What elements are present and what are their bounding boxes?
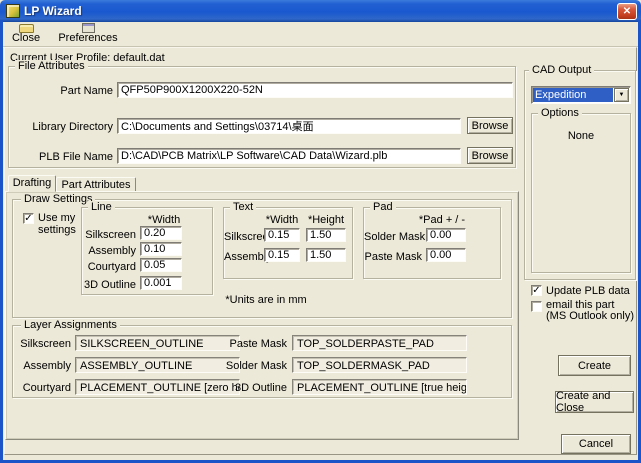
text-height-header: *Height [304, 214, 348, 226]
toolbar-divider [3, 46, 638, 48]
cad-output-group: CAD Output Expedition ▼ Options None [524, 70, 636, 280]
units-note: *Units are in mm [161, 294, 371, 306]
line-assembly-width-input[interactable] [140, 242, 182, 256]
layer-paste-mask-label: Paste Mask [217, 338, 287, 350]
file-attributes-group: File Attributes Part Name Library Direct… [8, 66, 516, 168]
chevron-down-icon[interactable]: ▼ [614, 88, 629, 102]
update-plb-data-checkbox[interactable]: ✓ [531, 285, 542, 296]
pad-group: Pad *Pad + / - Solder Mask Paste Mask [363, 207, 501, 279]
options-title: Options [538, 107, 582, 119]
layer-assembly-label: Assembly [13, 360, 71, 372]
toolbar: Close Preferences [2, 22, 639, 46]
text-group: Text *Width *Height Silkscreen Assembly [223, 207, 353, 279]
part-name-input[interactable] [117, 82, 513, 98]
titlebar: LP Wizard ✕ [0, 0, 641, 22]
text-width-header: *Width [262, 214, 302, 226]
line-assembly-label: Assembly [82, 245, 136, 257]
text-silkscreen-label: Silkscreen [224, 231, 262, 243]
pad-solder-mask-input[interactable] [426, 228, 466, 242]
toolbar-close-button[interactable]: Close [4, 22, 48, 45]
pad-plusminus-header: *Pad + / - [414, 214, 470, 226]
lp-wizard-window: LP Wizard ✕ Close Preferences Current Us… [0, 0, 641, 463]
layer-solder-mask-field: TOP_SOLDERMASK_PAD [292, 357, 467, 373]
text-silkscreen-width-input[interactable] [264, 228, 300, 242]
tab-part-attributes[interactable]: Part Attributes [56, 177, 136, 192]
tab-drafting[interactable]: Drafting [8, 175, 56, 192]
text-assembly-height-input[interactable] [306, 248, 346, 262]
email-this-part-label-line2: (MS Outlook only) [546, 310, 634, 322]
options-none-value: None [532, 130, 630, 142]
window-close-button[interactable]: ✕ [617, 3, 637, 20]
cancel-button[interactable]: Cancel [561, 434, 631, 454]
window-title: LP Wizard [24, 4, 82, 18]
line-3d-outline-label: 3D Outline [82, 279, 136, 291]
line-group-title: Line [88, 201, 115, 213]
app-icon [6, 4, 20, 18]
create-button[interactable]: Create [558, 355, 631, 376]
layer-courtyard-field: PLACEMENT_OUTLINE [zero height] [75, 379, 240, 395]
options-group: Options None [531, 113, 631, 273]
draw-settings-title: Draw Settings [21, 193, 95, 205]
line-width-header: *Width [140, 214, 188, 226]
email-this-part-checkbox[interactable] [531, 301, 542, 312]
layer-3d-outline-field: PLACEMENT_OUTLINE [true height] [292, 379, 467, 395]
layer-3d-outline-label: 3D Outline [217, 382, 287, 394]
toolbar-preferences-button[interactable]: Preferences [52, 22, 124, 45]
use-my-settings-checkbox[interactable]: ✓ [23, 213, 34, 224]
library-directory-input[interactable] [117, 118, 461, 134]
line-silkscreen-width-input[interactable] [140, 226, 182, 240]
line-courtyard-label: Courtyard [82, 261, 136, 273]
layer-paste-mask-field: TOP_SOLDERPASTE_PAD [292, 335, 467, 351]
library-browse-button[interactable]: Browse [467, 117, 513, 134]
plb-file-name-input[interactable] [117, 148, 461, 164]
toolbar-close-label: Close [12, 33, 40, 44]
pad-paste-mask-label: Paste Mask [364, 251, 422, 263]
part-name-label: Part Name [9, 85, 113, 97]
layer-silkscreen-field: SILKSCREEN_OUTLINE [75, 335, 240, 351]
line-courtyard-width-input[interactable] [140, 258, 182, 272]
draw-settings-group: Draw Settings ✓ Use my settings Line *Wi… [12, 199, 512, 318]
line-3d-outline-width-input[interactable] [140, 276, 182, 290]
layer-assignments-group: Layer Assignments Silkscreen SILKSCREEN_… [12, 325, 512, 398]
text-assembly-width-input[interactable] [264, 248, 300, 262]
create-and-close-button[interactable]: Create and Close [555, 391, 634, 413]
pad-group-title: Pad [370, 201, 396, 213]
text-assembly-label: Assembly [224, 251, 262, 263]
cad-output-selected-value: Expedition [533, 88, 613, 102]
line-silkscreen-label: Silkscreen [82, 229, 136, 241]
file-attributes-title: File Attributes [15, 60, 88, 72]
plb-browse-button[interactable]: Browse [467, 147, 513, 164]
toolbar-preferences-label: Preferences [58, 33, 117, 44]
plb-file-name-label: PLB File Name [9, 151, 113, 163]
pad-paste-mask-input[interactable] [426, 248, 466, 262]
layer-assignments-title: Layer Assignments [21, 319, 120, 331]
line-group: Line *Width Silkscreen Assembly Courtyar… [81, 207, 213, 295]
text-group-title: Text [230, 201, 256, 213]
layer-solder-mask-label: Solder Mask [217, 360, 287, 372]
cad-output-title: CAD Output [529, 64, 594, 76]
layer-assembly-field: ASSEMBLY_OUTLINE [75, 357, 240, 373]
library-directory-label: Library Directory [9, 121, 113, 133]
text-silkscreen-height-input[interactable] [306, 228, 346, 242]
layer-courtyard-label: Courtyard [13, 382, 71, 394]
update-plb-data-label: Update PLB data [546, 285, 630, 297]
layer-silkscreen-label: Silkscreen [13, 338, 71, 350]
cad-output-dropdown[interactable]: Expedition ▼ [531, 86, 631, 104]
pad-solder-mask-label: Solder Mask [364, 231, 422, 243]
